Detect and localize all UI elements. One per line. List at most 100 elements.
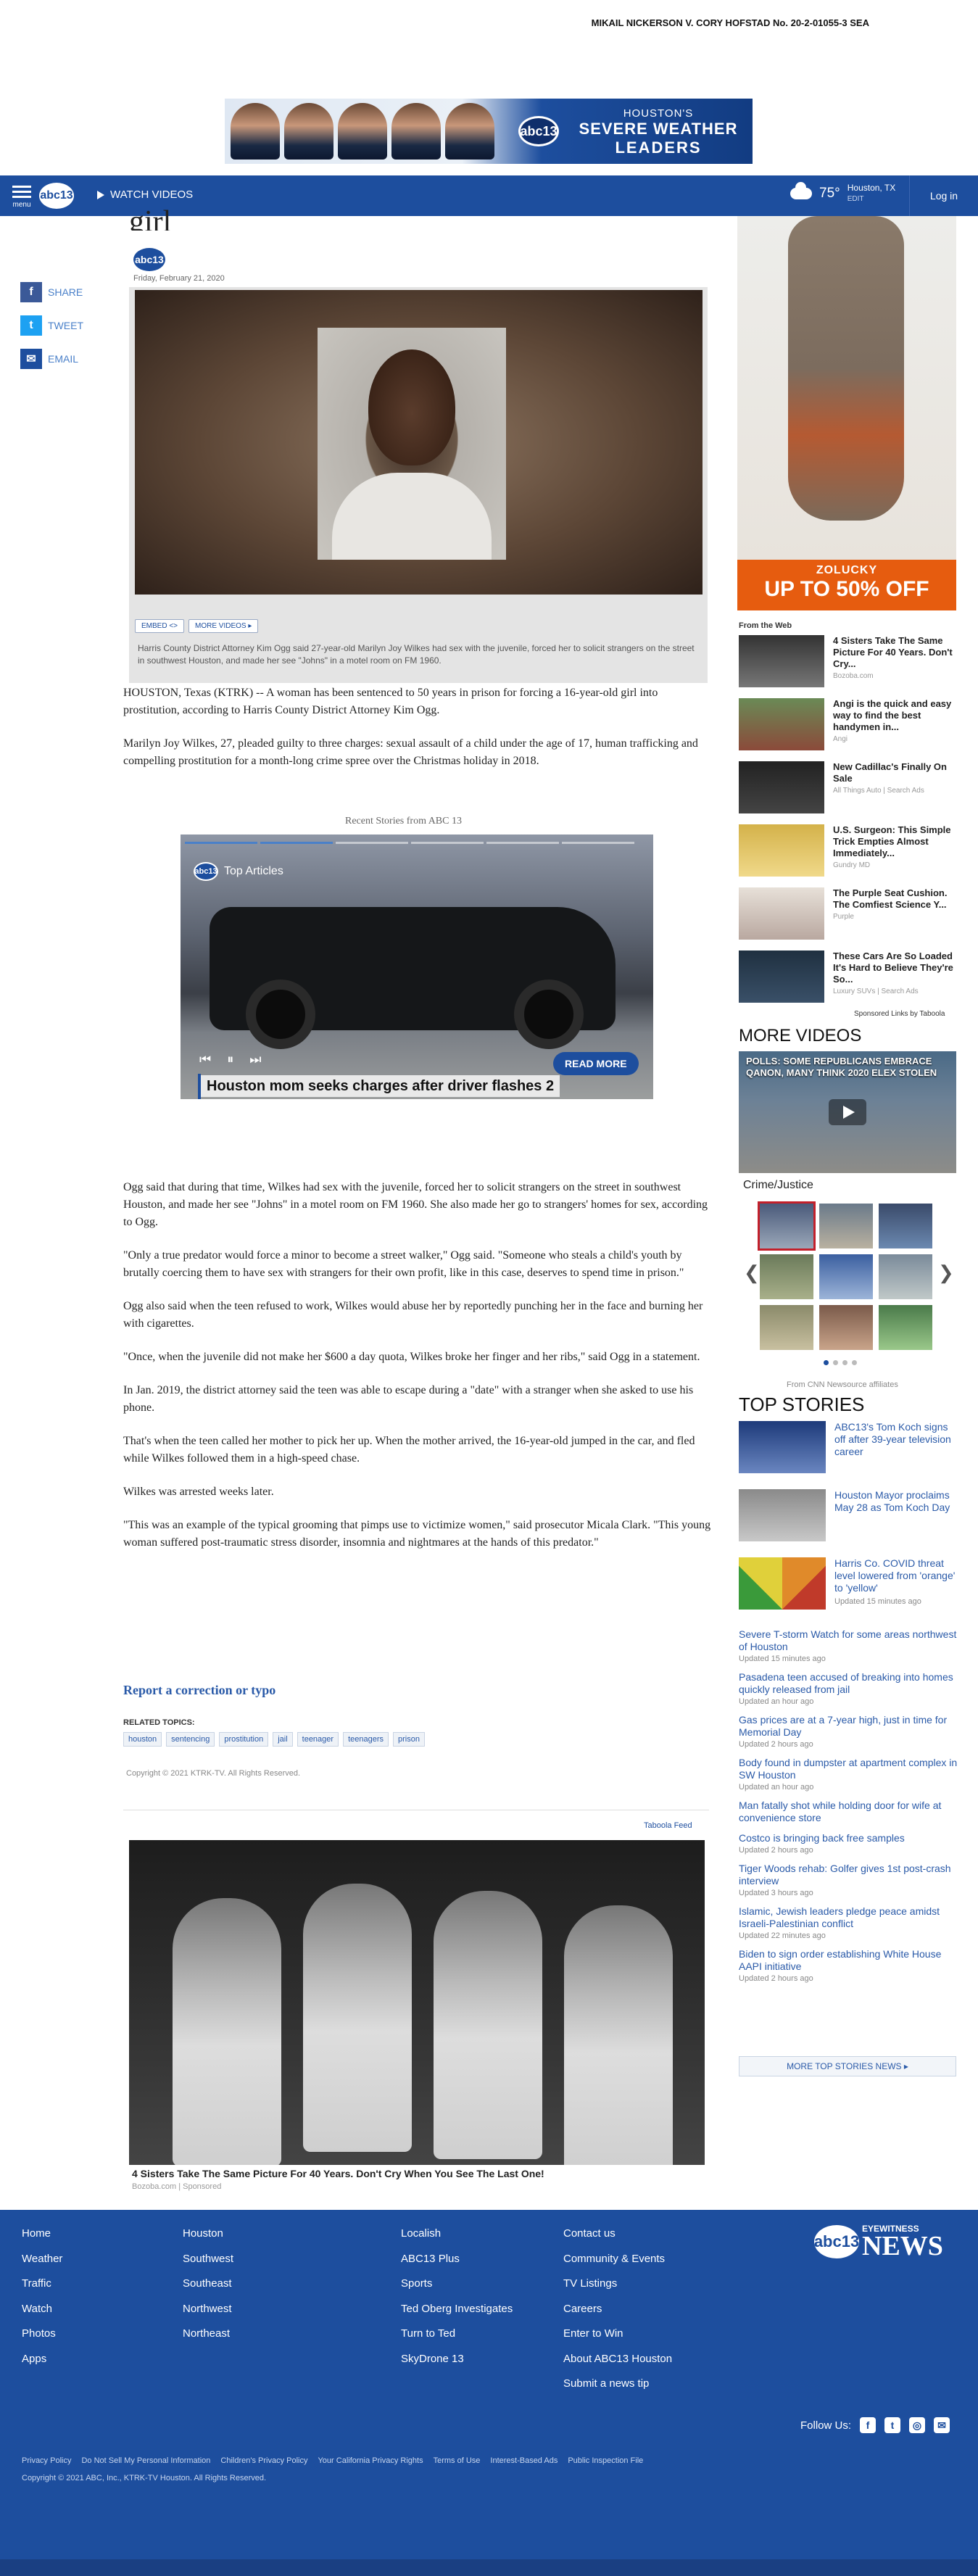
legal-link[interactable]: Privacy Policy	[22, 2456, 71, 2465]
video-thumb[interactable]	[819, 1254, 873, 1299]
legal-link[interactable]: Interest-Based Ads	[490, 2456, 558, 2465]
abc13-logo[interactable]: abc13	[39, 183, 74, 209]
top-story-link[interactable]: Islamic, Jewish leaders pledge peace ami…	[739, 1905, 958, 1940]
recent-stories-player[interactable]: abc13 Top Articles ⏮ ⏸ ⏭ READ MORE Houst…	[181, 834, 653, 1099]
read-more-button[interactable]: READ MORE	[553, 1052, 639, 1075]
footer-link[interactable]: Community & Events	[563, 2253, 672, 2278]
video-thumb[interactable]	[760, 1305, 813, 1350]
topic-tag[interactable]: prostitution	[219, 1732, 269, 1747]
video-thumb[interactable]	[760, 1254, 813, 1299]
carousel-next-icon[interactable]: ❯	[938, 1262, 954, 1284]
watch-videos-link[interactable]: WATCH VIDEOS	[97, 189, 193, 201]
video-thumb[interactable]	[819, 1204, 873, 1248]
login-button[interactable]: Log in	[909, 175, 978, 216]
more-top-stories-button[interactable]: MORE TOP STORIES NEWS ▸	[739, 2056, 956, 2076]
carousel-dot[interactable]	[852, 1360, 857, 1365]
top-story-link[interactable]: Severe T-storm Watch for some areas nort…	[739, 1628, 958, 1663]
carousel-dot[interactable]	[824, 1360, 829, 1365]
edit-location-link[interactable]: EDIT	[848, 194, 895, 204]
eyewitness-news-logo[interactable]: abc13 EYEWITNESS NEWS	[814, 2224, 943, 2260]
weather-ad-banner[interactable]: abc13 HOUSTON'S SEVERE WEATHER LEADERS	[225, 99, 753, 164]
menu-button[interactable]: menu	[7, 183, 36, 212]
footer-link[interactable]: Photos	[22, 2327, 62, 2353]
footer-link[interactable]: Northwest	[183, 2303, 233, 2328]
top-story[interactable]: Houston Mayor proclaims May 28 as Tom Ko…	[739, 1489, 958, 1557]
footer-link[interactable]: Weather	[22, 2253, 62, 2278]
top-story[interactable]: ABC13's Tom Koch signs off after 39-year…	[739, 1421, 958, 1489]
video-thumb[interactable]	[879, 1204, 932, 1248]
sponsored-caption[interactable]: 4 Sisters Take The Same Picture For 40 Y…	[132, 2168, 544, 2179]
web-item[interactable]: U.S. Surgeon: This Simple Trick Empties …	[739, 824, 958, 887]
web-item[interactable]: These Cars Are So Loaded It's Hard to Be…	[739, 951, 958, 1014]
footer-link[interactable]: ABC13 Plus	[401, 2253, 513, 2278]
topic-tag[interactable]: teenagers	[343, 1732, 389, 1747]
top-story-link[interactable]: Gas prices are at a 7-year high, just in…	[739, 1714, 958, 1749]
next-icon[interactable]: ⏭	[249, 1052, 261, 1067]
pause-icon[interactable]: ⏸	[227, 1052, 233, 1067]
more-videos-player[interactable]: POLLS: SOME REPUBLICANS EMBRACE QANON, M…	[739, 1051, 956, 1173]
footer-link[interactable]: Localish	[401, 2227, 513, 2253]
video-thumb[interactable]	[758, 1201, 816, 1251]
weather-widget[interactable]: 75° Houston, TX EDIT	[790, 182, 895, 204]
footer-link[interactable]: Submit a news tip	[563, 2377, 672, 2403]
rail-ad[interactable]	[737, 216, 956, 561]
sponsored-links-label[interactable]: Sponsored Links by Taboola	[854, 1010, 945, 1018]
topic-tag[interactable]: sentencing	[166, 1732, 215, 1747]
zolucky-ad[interactable]: ZOLUCKY UP TO 50% OFF	[737, 560, 956, 610]
video-thumb[interactable]	[879, 1305, 932, 1350]
more-videos-button[interactable]: MORE VIDEOS ▸	[188, 619, 259, 633]
video-thumb[interactable]	[879, 1254, 932, 1299]
carousel-dot[interactable]	[833, 1360, 838, 1365]
email-icon[interactable]: ✉	[934, 2417, 950, 2433]
video-thumb[interactable]	[819, 1305, 873, 1350]
footer-link[interactable]: SkyDrone 13	[401, 2353, 513, 2378]
twitter-icon[interactable]: t	[884, 2417, 901, 2433]
footer-link[interactable]: Ted Oberg Investigates	[401, 2303, 513, 2328]
legal-link[interactable]: Public Inspection File	[568, 2456, 643, 2465]
footer-link[interactable]: Sports	[401, 2277, 513, 2303]
previous-icon[interactable]: ⏮	[199, 1052, 211, 1067]
share-twitter-button[interactable]: t TWEET	[20, 309, 100, 342]
top-story-link[interactable]: Costco is bringing back free samples Upda…	[739, 1832, 958, 1855]
top-story-link[interactable]: Biden to sign order establishing White H…	[739, 1948, 958, 1983]
topic-tag[interactable]: prison	[393, 1732, 425, 1747]
footer-link[interactable]: Watch	[22, 2303, 62, 2328]
footer-link[interactable]: Northeast	[183, 2327, 233, 2353]
legal-link[interactable]: Your California Privacy Rights	[318, 2456, 423, 2465]
footer-link[interactable]: About ABC13 Houston	[563, 2353, 672, 2378]
web-item[interactable]: New Cadillac's Finally On Sale All Things…	[739, 761, 958, 824]
top-story-link[interactable]: Man fatally shot while holding door for …	[739, 1800, 958, 1824]
taboola-feed-label[interactable]: Taboola Feed	[644, 1821, 692, 1830]
play-icon[interactable]	[829, 1099, 866, 1125]
footer-link[interactable]: Traffic	[22, 2277, 62, 2303]
topic-tag[interactable]: teenager	[297, 1732, 339, 1747]
topic-tag[interactable]: jail	[273, 1732, 293, 1747]
footer-link[interactable]: Turn to Ted	[401, 2327, 513, 2353]
report-correction-link[interactable]: Report a correction or typo	[123, 1683, 275, 1698]
carousel-dot[interactable]	[842, 1360, 848, 1365]
player-headline[interactable]: Houston mom seeks charges after driver f…	[198, 1074, 598, 1099]
top-story-link[interactable]: Body found in dumpster at apartment comp…	[739, 1757, 958, 1792]
topic-tag[interactable]: houston	[123, 1732, 162, 1747]
article-video[interactable]: EMBED <> MORE VIDEOS ▸ Harris County Dis…	[129, 287, 708, 683]
footer-link[interactable]: Southeast	[183, 2277, 233, 2303]
sponsored-image[interactable]	[129, 1840, 705, 2165]
legal-link[interactable]: Terms of Use	[434, 2456, 481, 2465]
carousel-prev-icon[interactable]: ❮	[744, 1262, 760, 1284]
legal-link[interactable]: Do Not Sell My Personal Information	[81, 2456, 210, 2465]
footer-link[interactable]: Apps	[22, 2353, 62, 2378]
footer-link[interactable]: Southwest	[183, 2253, 233, 2278]
web-item[interactable]: 4 Sisters Take The Same Picture For 40 Y…	[739, 635, 958, 698]
footer-link[interactable]: Careers	[563, 2303, 672, 2328]
legal-link[interactable]: Children's Privacy Policy	[220, 2456, 307, 2465]
footer-link[interactable]: Houston	[183, 2227, 233, 2253]
top-story-link[interactable]: Tiger Woods rehab: Golfer gives 1st post…	[739, 1863, 958, 1897]
footer-link[interactable]: Enter to Win	[563, 2327, 672, 2353]
top-story-link[interactable]: Pasadena teen accused of breaking into h…	[739, 1671, 958, 1706]
footer-link[interactable]: Contact us	[563, 2227, 672, 2253]
top-story[interactable]: Harris Co. COVID threat level lowered fr…	[739, 1557, 958, 1625]
web-item[interactable]: The Purple Seat Cushion. The Comfiest Sc…	[739, 887, 958, 951]
footer-link[interactable]: TV Listings	[563, 2277, 672, 2303]
footer-link[interactable]: Home	[22, 2227, 62, 2253]
share-facebook-button[interactable]: f SHARE	[20, 276, 100, 309]
